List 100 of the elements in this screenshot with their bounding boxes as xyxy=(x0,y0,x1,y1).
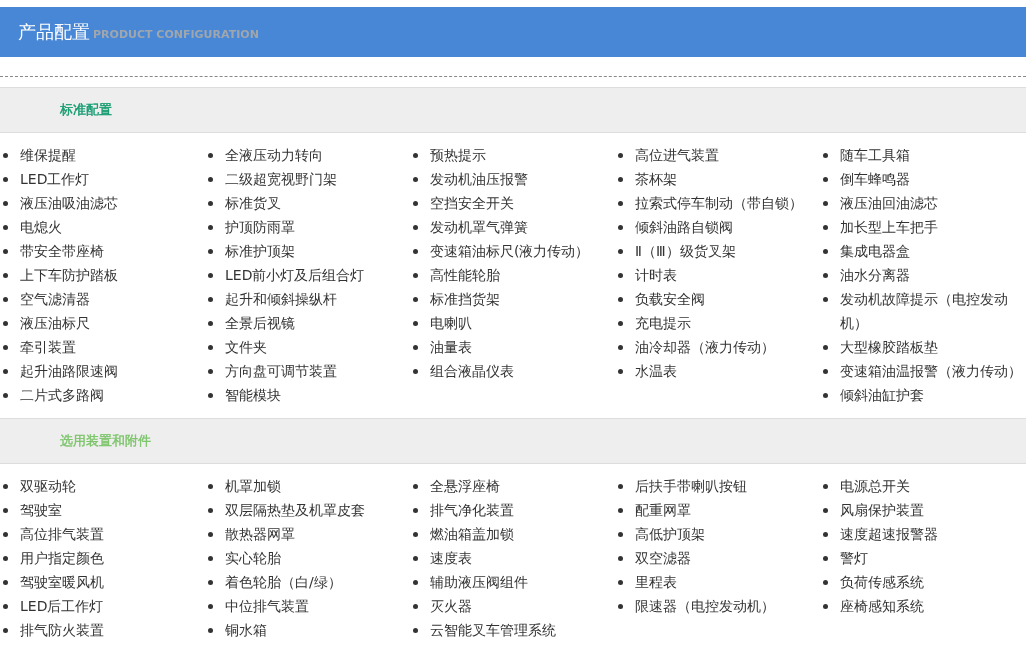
feature-item: 变速箱油温报警（液力传动） xyxy=(840,362,1022,381)
feature-item: 实心轮胎 xyxy=(225,549,281,568)
bullet-icon xyxy=(823,249,828,254)
feature-item: 变速箱油标尺(液力传动） xyxy=(430,242,590,261)
bullet-icon xyxy=(413,225,418,230)
feature-item: 发动机油压报警 xyxy=(430,170,528,189)
bullet-icon xyxy=(823,201,828,206)
bullet-icon xyxy=(413,273,418,278)
feature-item: 辅助液压阀组件 xyxy=(430,573,528,592)
feature-item: 倾斜油缸护套 xyxy=(840,386,924,405)
feature-item: 倒车蜂鸣器 xyxy=(840,170,910,189)
bullet-icon xyxy=(413,484,418,489)
feature-item: 油水分离器 xyxy=(840,266,910,285)
feature-item: 起升和倾斜操纵杆 xyxy=(225,290,337,309)
bullet-icon xyxy=(208,201,213,206)
feature-item: 液压油吸油滤芯 xyxy=(20,194,118,213)
bullet-icon xyxy=(823,508,828,513)
feature-item: 电源总开关 xyxy=(840,477,910,496)
feature-item: 方向盘可调节装置 xyxy=(225,362,337,381)
feature-item: 灭火器 xyxy=(430,597,472,616)
bullet-icon xyxy=(208,153,213,158)
bullet-icon xyxy=(3,273,8,278)
bullet-icon xyxy=(208,177,213,182)
feature-item: 电喇叭 xyxy=(430,314,472,333)
feature-item: 双空滤器 xyxy=(635,549,691,568)
feature-item: 液压油回油滤芯 xyxy=(840,194,938,213)
feature-item: 倾斜油路自锁阀 xyxy=(635,218,733,237)
feature-item: 双驱动轮 xyxy=(20,477,76,496)
feature-item: 限速器（电控发动机） xyxy=(635,597,775,616)
bullet-icon xyxy=(3,201,8,206)
bullet-icon xyxy=(823,153,828,158)
bullet-icon xyxy=(413,345,418,350)
feature-item: LED前小灯及后组合灯 xyxy=(225,266,365,285)
feature-item: 油量表 xyxy=(430,338,472,357)
bullet-icon xyxy=(413,580,418,585)
feature-item: 散热器网罩 xyxy=(225,525,295,544)
feature-item: 座椅感知系统 xyxy=(840,597,924,616)
bullet-icon xyxy=(208,604,213,609)
feature-item: 风扇保护装置 xyxy=(840,501,924,520)
feature-item: 发动机故障提示（电控发动机） xyxy=(840,290,1009,333)
bullet-icon xyxy=(413,604,418,609)
feature-item: 排气净化装置 xyxy=(430,501,514,520)
bullet-icon xyxy=(3,628,8,633)
bullet-icon xyxy=(208,249,213,254)
feature-item: 铜水箱 xyxy=(225,621,267,640)
feature-item: LED后工作灯 xyxy=(20,597,104,616)
feature-item: 双层隔热垫及机罩皮套 xyxy=(225,501,365,520)
feature-item: 机罩加锁 xyxy=(225,477,281,496)
bullet-icon xyxy=(208,273,213,278)
feature-item: 燃油箱盖加锁 xyxy=(430,525,514,544)
bullet-icon xyxy=(618,604,623,609)
feature-item: 充电提示 xyxy=(635,314,691,333)
feature-item: 电熄火 xyxy=(20,218,62,237)
bullet-icon xyxy=(413,249,418,254)
feature-item: 二级超宽视野门架 xyxy=(225,170,337,189)
bullet-icon xyxy=(413,297,418,302)
feature-item: 牵引装置 xyxy=(20,338,76,357)
bullet-icon xyxy=(823,556,828,561)
bullet-icon xyxy=(618,249,623,254)
feature-item: 起升油路限速阀 xyxy=(20,362,118,381)
bullet-icon xyxy=(618,532,623,537)
feature-item: 排气防火装置 xyxy=(20,621,104,640)
bullet-icon xyxy=(618,225,623,230)
bullet-icon xyxy=(208,369,213,374)
feature-item: 预热提示 xyxy=(430,146,486,165)
bullet-icon xyxy=(823,580,828,585)
feature-item: 全景后视镜 xyxy=(225,314,295,333)
bullet-icon xyxy=(618,508,623,513)
feature-item: 速度表 xyxy=(430,549,472,568)
bullet-icon xyxy=(208,225,213,230)
bullet-icon xyxy=(208,556,213,561)
feature-item: 集成电器盒 xyxy=(840,242,910,261)
bullet-icon xyxy=(413,628,418,633)
bullet-icon xyxy=(823,369,828,374)
feature-item: 高低护顶架 xyxy=(635,525,705,544)
feature-item: 组合液晶仪表 xyxy=(430,362,514,381)
feature-item: 标准挡货架 xyxy=(430,290,500,309)
feature-item: 云智能叉车管理系统 xyxy=(430,621,556,640)
feature-item: 维保提醒 xyxy=(20,146,76,165)
feature-item: 高位进气装置 xyxy=(635,146,719,165)
feature-item: 二片式多路阀 xyxy=(20,386,104,405)
bullet-icon xyxy=(3,556,8,561)
feature-item: 加长型上车把手 xyxy=(840,218,938,237)
feature-item: 液压油标尺 xyxy=(20,314,90,333)
bullet-icon xyxy=(208,393,213,398)
feature-item: 计时表 xyxy=(635,266,677,285)
feature-item: 驾驶室暖风机 xyxy=(20,573,104,592)
feature-item: 驾驶室 xyxy=(20,501,62,520)
feature-item: 智能模块 xyxy=(225,386,281,405)
feature-item: 带安全带座椅 xyxy=(20,242,104,261)
bullet-icon xyxy=(3,249,8,254)
bullet-icon xyxy=(3,153,8,158)
bullet-icon xyxy=(618,345,623,350)
feature-item: 着色轮胎（白/绿） xyxy=(225,573,342,592)
bullet-icon xyxy=(3,393,8,398)
bullet-icon xyxy=(823,393,828,398)
feature-item: 负载安全阀 xyxy=(635,290,705,309)
bullet-icon xyxy=(3,580,8,585)
bullet-icon xyxy=(618,580,623,585)
bullet-icon xyxy=(823,532,828,537)
